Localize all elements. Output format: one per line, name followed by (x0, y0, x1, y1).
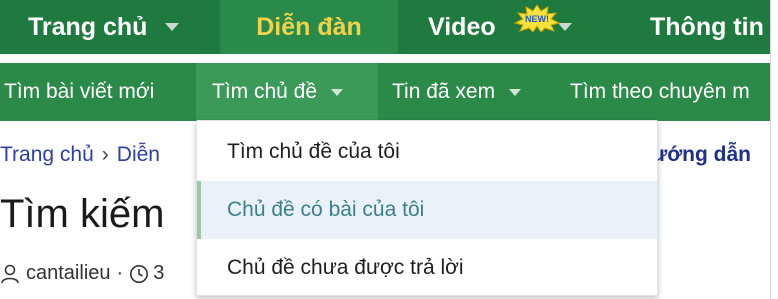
find-threads-dropdown: Tìm chủ đề của tôi Chủ đề có bài của tôi… (196, 120, 658, 296)
sub-nav: Tìm bài viết mới Tìm chủ đề Tin đã xem T… (0, 63, 778, 121)
breadcrumb-forum[interactable]: Diễn (117, 143, 160, 166)
guide-link[interactable]: ướng dẫn (652, 143, 751, 167)
tab-info-label: Thông tin (650, 12, 764, 41)
subnav-new-posts[interactable]: Tìm bài viết mới (4, 63, 154, 121)
menu-item-threads-with-my-posts[interactable]: Chủ đề có bài của tôi (197, 181, 657, 239)
tab-info[interactable]: Thông tin (650, 0, 764, 54)
chevron-down-icon[interactable] (165, 23, 180, 31)
tab-home-label: Trang chủ (28, 12, 148, 41)
subnav-new-posts-label: Tìm bài viết mới (4, 80, 155, 103)
chevron-down-icon[interactable] (509, 88, 522, 96)
new-badge-icon: NEW! (514, 4, 560, 32)
tab-video-label: Video (428, 12, 496, 41)
subnav-by-category[interactable]: Tìm theo chuyên m (570, 63, 750, 121)
breadcrumb: Trang chủ › Diễn (0, 143, 160, 167)
menu-item-unanswered-threads[interactable]: Chủ đề chưa được trả lời (197, 239, 657, 297)
breadcrumb-separator: › (101, 143, 109, 166)
subnav-find-threads[interactable]: Tìm chủ đề (196, 63, 378, 121)
menu-item-my-threads[interactable]: Tìm chủ đề của tôi (197, 123, 657, 181)
menu-item-label: Chủ đề chưa được trả lời (227, 256, 464, 279)
subnav-viewed[interactable]: Tin đã xem (392, 63, 522, 121)
top-nav: Trang chủ Diễn đàn Video NEW! Thông tin (0, 0, 778, 54)
menu-item-label: Tìm chủ đề của tôi (227, 140, 400, 163)
tab-forum[interactable]: Diễn đàn (220, 0, 398, 54)
post-time: 3 (153, 262, 165, 284)
breadcrumb-home[interactable]: Trang chủ (0, 143, 94, 166)
menu-item-label: Chủ đề có bài của tôi (227, 198, 425, 221)
subnav-by-category-label: Tìm theo chuyên m (570, 80, 750, 103)
svg-text:NEW!: NEW! (525, 14, 549, 24)
subnav-find-threads-label: Tìm chủ đề (212, 80, 318, 103)
tab-home[interactable]: Trang chủ (28, 0, 180, 54)
scroll-edge (770, 0, 778, 299)
user-icon (1, 264, 19, 283)
meta-separator: · (116, 262, 124, 284)
clock-icon (130, 264, 149, 283)
tab-forum-label: Diễn đàn (256, 12, 362, 41)
subnav-viewed-label: Tin đã xem (392, 80, 496, 103)
author-name[interactable]: cantailieu (26, 262, 111, 285)
page-title: Tìm kiếm (0, 192, 165, 236)
thread-meta: cantailieu · 3 (0, 262, 164, 285)
chevron-down-icon[interactable] (331, 88, 344, 96)
